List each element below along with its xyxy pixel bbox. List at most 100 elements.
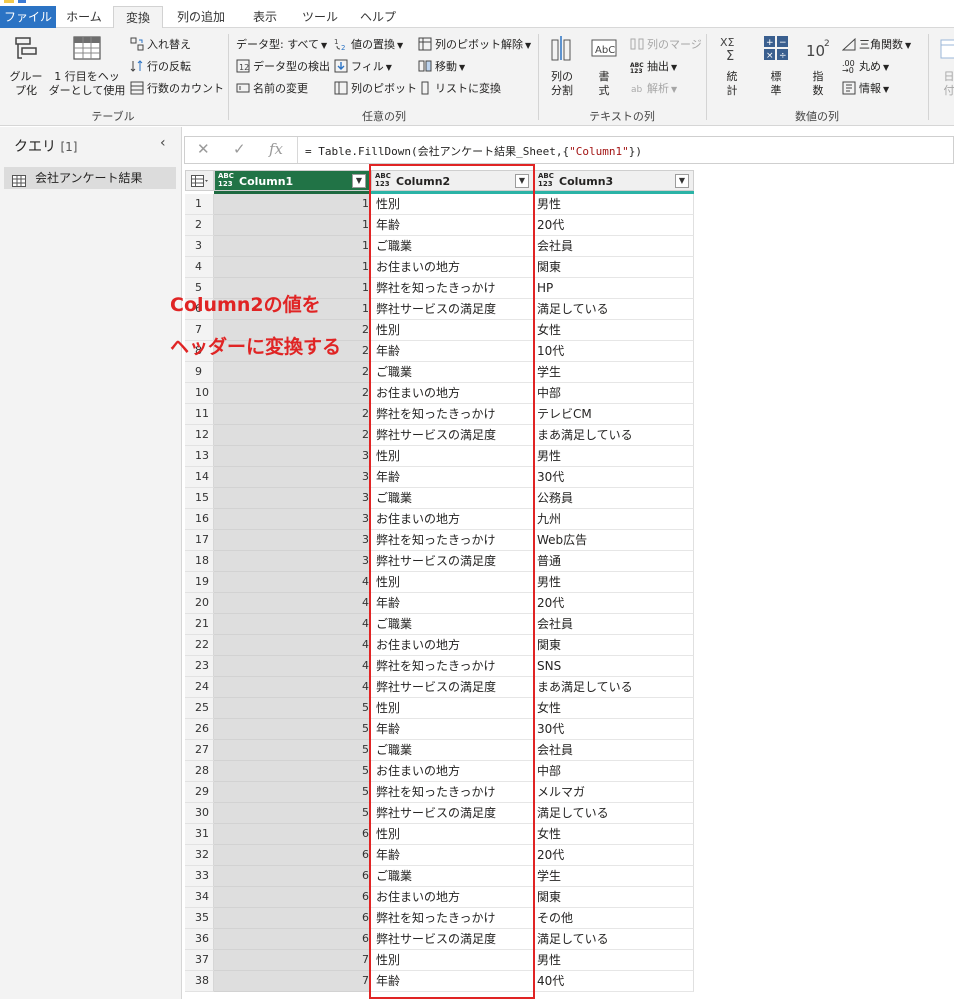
cell-column1[interactable]: 3 bbox=[214, 446, 371, 467]
detect-data-type-button[interactable]: 12 データ型の検出 bbox=[236, 58, 330, 76]
cell-column1[interactable]: 5 bbox=[214, 719, 371, 740]
cell-column2[interactable]: 弊社を知ったきっかけ bbox=[371, 404, 534, 425]
cell-column2[interactable]: 弊社を知ったきっかけ bbox=[371, 782, 534, 803]
table-row[interactable]: 36 6 弊社サービスの満足度 満足している bbox=[185, 929, 694, 950]
cell-column2[interactable]: 性別 bbox=[371, 320, 534, 341]
tab-tools[interactable]: ツール bbox=[295, 6, 345, 28]
cell-column2[interactable]: 性別 bbox=[371, 446, 534, 467]
table-row[interactable]: 35 6 弊社を知ったきっかけ その他 bbox=[185, 908, 694, 929]
cell-column3[interactable]: 会社員 bbox=[534, 614, 694, 635]
cell-column3[interactable]: 関東 bbox=[534, 887, 694, 908]
extract-button[interactable]: ABC 123 抽出 ▼ bbox=[630, 58, 677, 76]
cell-column2[interactable]: 弊社を知ったきっかけ bbox=[371, 908, 534, 929]
cell-column3[interactable]: 男性 bbox=[534, 950, 694, 971]
pivot-column-button[interactable]: 列のピボット bbox=[334, 80, 417, 98]
cell-column2[interactable]: 年齢 bbox=[371, 341, 534, 362]
row-number[interactable]: 17 bbox=[185, 530, 214, 551]
cell-column1[interactable]: 6 bbox=[214, 866, 371, 887]
cell-column3[interactable]: その他 bbox=[534, 908, 694, 929]
scientific-button[interactable]: 10 2 指 数 bbox=[800, 34, 836, 98]
row-number[interactable]: 28 bbox=[185, 761, 214, 782]
cell-column1[interactable]: 4 bbox=[214, 614, 371, 635]
cell-column2[interactable]: 弊社サービスの満足度 bbox=[371, 929, 534, 950]
table-row[interactable]: 22 4 お住まいの地方 関東 bbox=[185, 635, 694, 656]
row-number[interactable]: 10 bbox=[185, 383, 214, 404]
cell-column1[interactable]: 6 bbox=[214, 824, 371, 845]
formula-input[interactable]: = Table.FillDown(会社アンケート結果_Sheet,{"Colum… bbox=[305, 143, 642, 159]
cell-column2[interactable]: ご職業 bbox=[371, 488, 534, 509]
column-header-column3[interactable]: ABC 123 Column3 ▼ bbox=[534, 170, 694, 191]
cell-column3[interactable]: 中部 bbox=[534, 383, 694, 404]
cell-column1[interactable]: 6 bbox=[214, 908, 371, 929]
collapse-pane-icon[interactable]: ‹ bbox=[160, 135, 166, 151]
filter-dropdown-icon[interactable]: ▼ bbox=[675, 174, 689, 188]
format-button[interactable]: AbC 書 式 bbox=[586, 34, 622, 98]
data-type-dropdown[interactable]: データ型: すべて ▼ bbox=[236, 36, 327, 54]
table-row[interactable]: 19 4 性別 男性 bbox=[185, 572, 694, 593]
information-button[interactable]: 情報 ▼ bbox=[842, 80, 889, 98]
cell-column3[interactable]: 学生 bbox=[534, 866, 694, 887]
row-number[interactable]: 29 bbox=[185, 782, 214, 803]
cell-column2[interactable]: 性別 bbox=[371, 572, 534, 593]
table-row[interactable]: 34 6 お住まいの地方 関東 bbox=[185, 887, 694, 908]
table-row[interactable]: 10 2 お住まいの地方 中部 bbox=[185, 383, 694, 404]
table-row[interactable]: 26 5 年齢 30代 bbox=[185, 719, 694, 740]
split-column-button[interactable]: 列の 分割 bbox=[542, 34, 582, 98]
cell-column2[interactable]: お住まいの地方 bbox=[371, 257, 534, 278]
row-number[interactable]: 37 bbox=[185, 950, 214, 971]
commit-check-icon[interactable]: ✓ bbox=[233, 140, 246, 158]
row-number[interactable]: 24 bbox=[185, 677, 214, 698]
rename-button[interactable]: 名前の変更 bbox=[236, 80, 308, 98]
row-number[interactable]: 33 bbox=[185, 866, 214, 887]
table-row[interactable]: 32 6 年齢 20代 bbox=[185, 845, 694, 866]
row-number[interactable]: 19 bbox=[185, 572, 214, 593]
table-row[interactable]: 21 4 ご職業 会社員 bbox=[185, 614, 694, 635]
cell-column2[interactable]: 年齢 bbox=[371, 971, 534, 992]
cell-column2[interactable]: お住まいの地方 bbox=[371, 635, 534, 656]
cell-column2[interactable]: 弊社を知ったきっかけ bbox=[371, 656, 534, 677]
trigonometry-button[interactable]: 三角関数 ▼ bbox=[841, 36, 911, 54]
row-number[interactable]: 36 bbox=[185, 929, 214, 950]
cell-column2[interactable]: 年齢 bbox=[371, 215, 534, 236]
cell-column1[interactable]: 6 bbox=[214, 887, 371, 908]
table-row[interactable]: 9 2 ご職業 学生 bbox=[185, 362, 694, 383]
cell-column3[interactable]: メルマガ bbox=[534, 782, 694, 803]
standard-button[interactable]: + − × ÷ 標 準 bbox=[756, 34, 796, 98]
cell-column2[interactable]: ご職業 bbox=[371, 740, 534, 761]
cell-column3[interactable]: 満足している bbox=[534, 299, 694, 320]
table-row[interactable]: 18 3 弊社サービスの満足度 普通 bbox=[185, 551, 694, 572]
group-by-button[interactable]: グルー プ化 bbox=[4, 34, 48, 98]
grid-corner-menu[interactable] bbox=[185, 170, 214, 191]
cell-column1[interactable]: 6 bbox=[214, 845, 371, 866]
row-number[interactable]: 38 bbox=[185, 971, 214, 992]
cell-column2[interactable]: 年齢 bbox=[371, 845, 534, 866]
cell-column1[interactable]: 3 bbox=[214, 509, 371, 530]
table-row[interactable]: 30 5 弊社サービスの満足度 満足している bbox=[185, 803, 694, 824]
tab-home[interactable]: ホーム bbox=[58, 6, 110, 28]
cell-column1[interactable]: 1 bbox=[214, 194, 371, 215]
cell-column3[interactable]: 20代 bbox=[534, 845, 694, 866]
cell-column2[interactable]: 弊社サービスの満足度 bbox=[371, 551, 534, 572]
cell-column3[interactable]: 普通 bbox=[534, 551, 694, 572]
table-row[interactable]: 24 4 弊社サービスの満足度 まあ満足している bbox=[185, 677, 694, 698]
tab-help[interactable]: ヘルプ bbox=[350, 6, 406, 28]
count-rows-button[interactable]: 行数のカウント bbox=[130, 80, 224, 98]
cell-column1[interactable]: 3 bbox=[214, 488, 371, 509]
table-row[interactable]: 1 1 性別 男性 bbox=[185, 194, 694, 215]
cell-column3[interactable]: 女性 bbox=[534, 698, 694, 719]
table-row[interactable]: 13 3 性別 男性 bbox=[185, 446, 694, 467]
quick-access-icon[interactable] bbox=[4, 0, 14, 3]
cell-column1[interactable]: 2 bbox=[214, 404, 371, 425]
cell-column1[interactable]: 4 bbox=[214, 677, 371, 698]
cell-column1[interactable]: 4 bbox=[214, 635, 371, 656]
cell-column1[interactable]: 2 bbox=[214, 362, 371, 383]
tab-transform[interactable]: 変換 bbox=[113, 6, 163, 29]
cell-column2[interactable]: ご職業 bbox=[371, 236, 534, 257]
cell-column3[interactable]: 30代 bbox=[534, 719, 694, 740]
row-number[interactable]: 25 bbox=[185, 698, 214, 719]
cell-column3[interactable]: SNS bbox=[534, 656, 694, 677]
cell-column2[interactable]: ご職業 bbox=[371, 866, 534, 887]
tab-add-column[interactable]: 列の追加 bbox=[168, 6, 234, 28]
row-number[interactable]: 14 bbox=[185, 467, 214, 488]
cell-column1[interactable]: 5 bbox=[214, 740, 371, 761]
